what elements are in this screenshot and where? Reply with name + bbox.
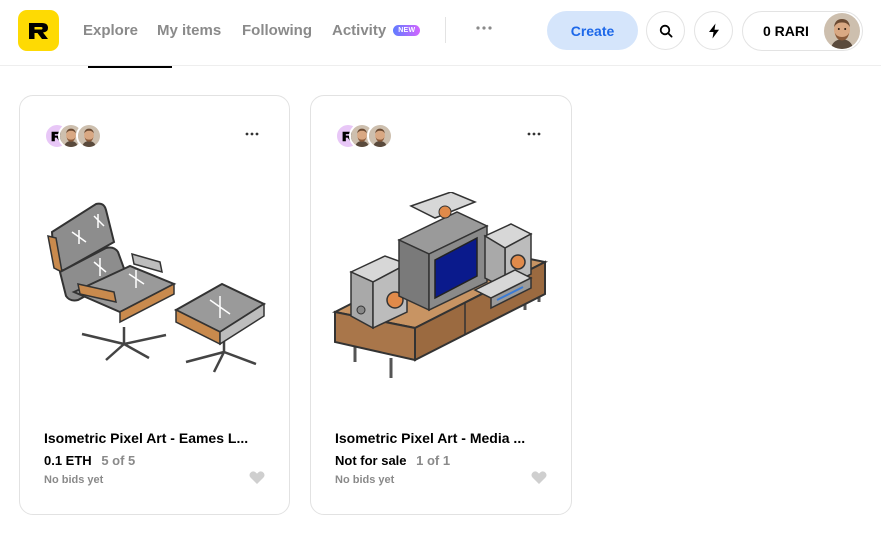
media-console-image <box>331 191 549 378</box>
user-avatar-image <box>824 13 860 49</box>
rarible-logo[interactable] <box>18 10 59 51</box>
nft-bids: No bids yet <box>335 474 395 486</box>
new-badge: NEW <box>393 24 421 36</box>
wallet-balance: 0 RARI <box>763 23 809 39</box>
nav-activity[interactable]: Activity NEW <box>332 0 421 60</box>
more-horizontal-icon <box>476 26 492 30</box>
top-header: Explore My items Following Activity NEW … <box>0 0 881 68</box>
nft-card[interactable]: Isometric Pixel Art - Media ... Not for … <box>310 95 572 515</box>
active-tab-underline <box>88 66 172 68</box>
nft-artwork-media-console[interactable] <box>325 191 565 387</box>
card-owners <box>335 123 399 149</box>
nft-artwork-eames-chair[interactable] <box>34 192 274 387</box>
nav-explore[interactable]: Explore <box>83 0 138 60</box>
like-button[interactable] <box>249 470 265 486</box>
eames-chair-image <box>47 202 267 373</box>
more-horizontal-icon <box>527 132 541 136</box>
nft-title[interactable]: Isometric Pixel Art - Eames L... <box>44 430 266 446</box>
nft-card[interactable]: Isometric Pixel Art - Eames L... 0.1 ETH… <box>19 95 290 515</box>
nav-my-items[interactable]: My items <box>157 0 221 60</box>
heart-icon <box>531 471 547 484</box>
price-row: Not for sale 1 of 1 <box>335 453 450 468</box>
owner-avatar-image <box>78 125 100 147</box>
owner-avatar-image <box>369 125 391 147</box>
rarible-logo-icon <box>28 22 48 39</box>
nft-title[interactable]: Isometric Pixel Art - Media ... <box>335 430 557 446</box>
card-more-button[interactable] <box>525 126 543 142</box>
bolt-icon <box>708 23 719 38</box>
wallet-button[interactable]: 0 RARI <box>742 11 863 51</box>
owner-avatar[interactable] <box>76 123 102 149</box>
like-button[interactable] <box>531 470 547 486</box>
nft-stock: 5 of 5 <box>101 453 136 468</box>
price-row: 0.1 ETH 5 of 5 <box>44 453 135 468</box>
nav-following[interactable]: Following <box>242 0 312 60</box>
card-owners <box>44 123 108 149</box>
more-nav-button[interactable] <box>474 18 494 38</box>
heart-icon <box>249 471 265 484</box>
nft-price: 0.1 ETH <box>44 453 92 468</box>
more-horizontal-icon <box>245 132 259 136</box>
create-button[interactable]: Create <box>547 11 638 50</box>
nav-activity-label: Activity <box>332 21 387 39</box>
nft-stock: 1 of 1 <box>416 453 451 468</box>
nft-price: Not for sale <box>335 453 407 468</box>
card-more-button[interactable] <box>243 126 261 142</box>
notifications-button[interactable] <box>694 11 733 50</box>
search-button[interactable] <box>646 11 685 50</box>
user-avatar[interactable] <box>824 13 860 49</box>
search-icon <box>659 24 673 38</box>
owner-avatar[interactable] <box>367 123 393 149</box>
nft-bids: No bids yet <box>44 474 104 486</box>
nav-divider <box>445 17 446 43</box>
